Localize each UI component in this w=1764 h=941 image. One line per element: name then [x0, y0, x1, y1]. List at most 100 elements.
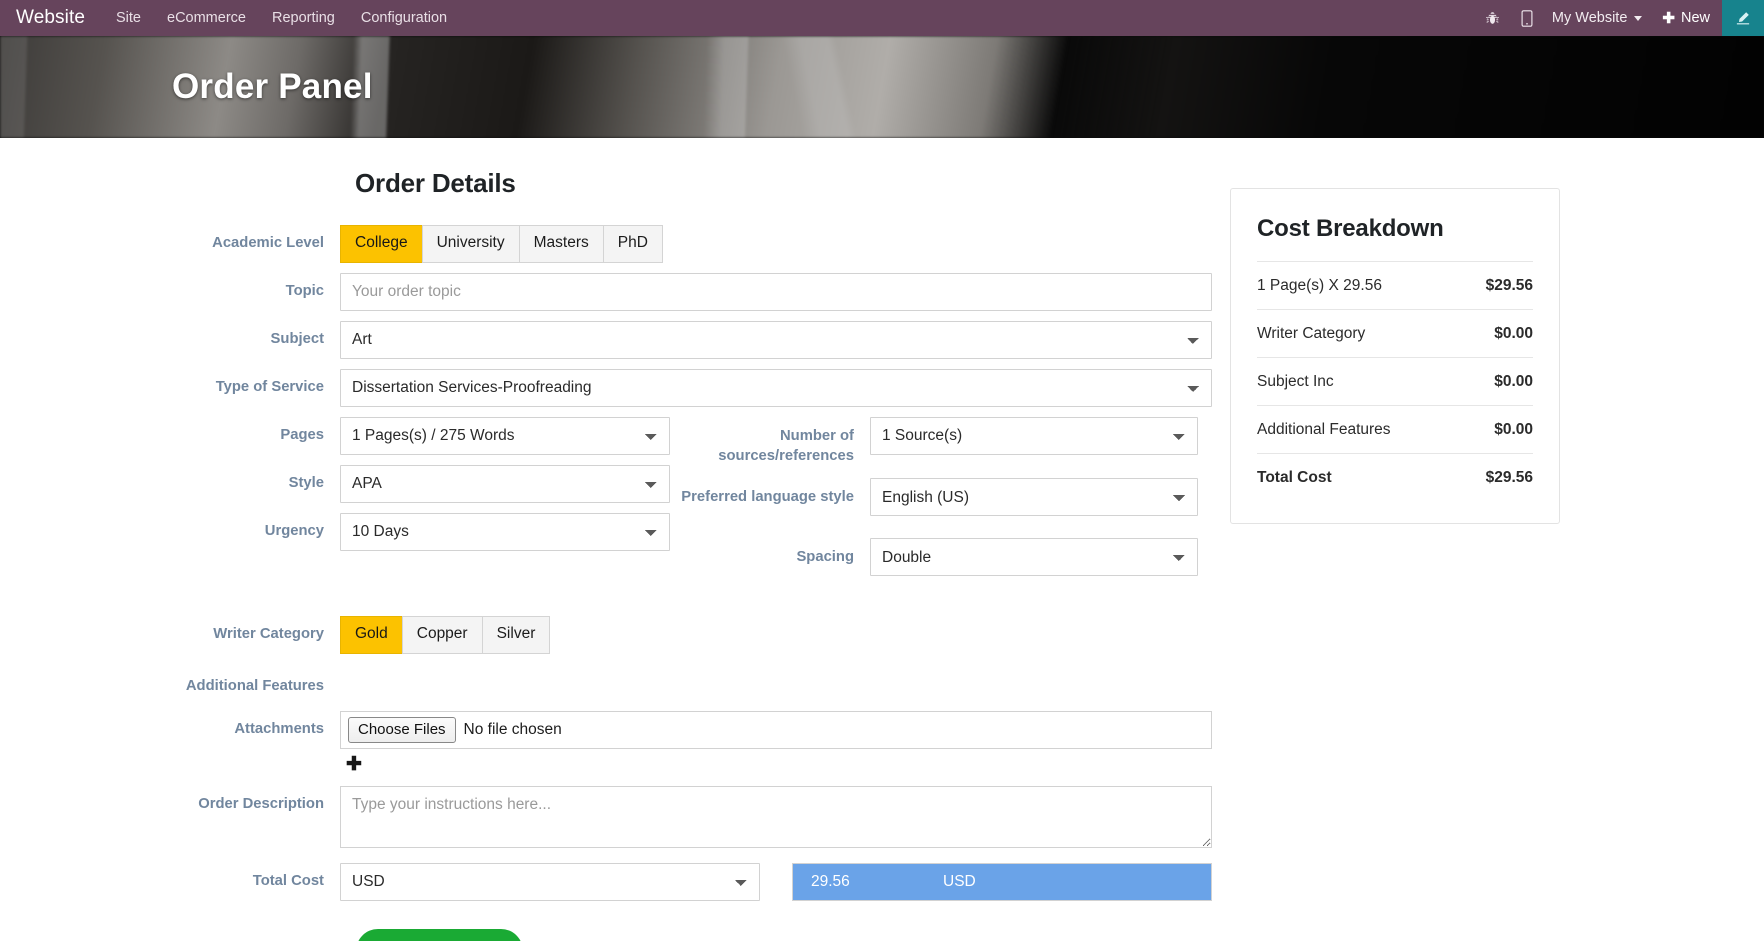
writer-category-silver-button[interactable]: Silver [481, 616, 551, 654]
file-status-text: No file chosen [463, 720, 562, 738]
label-additional-features: Additional Features [185, 678, 324, 694]
writer-category-button-group: Gold Copper Silver [340, 616, 551, 654]
cost-breakdown-total-row: Total Cost $29.56 [1257, 453, 1533, 501]
cost-total-label: Total Cost [1257, 469, 1332, 486]
place-order-button[interactable]: ✔ Place Order [356, 928, 523, 941]
cost-total-value: $29.56 [1485, 469, 1533, 486]
mobile-preview-icon[interactable] [1510, 0, 1544, 36]
label-attachments: Attachments [234, 720, 324, 737]
order-details-heading: Order Details [355, 168, 516, 198]
writer-category-copper-button[interactable]: Copper [401, 616, 482, 654]
nav-item-site[interactable]: Site [103, 0, 154, 36]
subject-select[interactable]: Art [340, 320, 1212, 359]
row-sources: Number of sources/references 1 Source(s) [672, 416, 1230, 467]
cost-row-label: Subject Inc [1257, 373, 1334, 390]
cost-row-value: $0.00 [1494, 373, 1533, 390]
sources-select[interactable]: 1 Source(s) [870, 416, 1198, 455]
left-select-column: Pages 1 Pages(s) / 275 Words Style APA U… [0, 416, 672, 587]
academic-level-college-button[interactable]: College [340, 225, 422, 263]
label-spacing: Spacing [796, 549, 854, 566]
cost-row-label: Writer Category [1257, 325, 1366, 342]
currency-select[interactable]: USD [340, 862, 760, 901]
academic-level-phd-button[interactable]: PhD [602, 225, 663, 263]
cost-breakdown-row: Additional Features $0.00 [1257, 405, 1533, 453]
cost-breakdown-row: Subject Inc $0.00 [1257, 357, 1533, 405]
subject-control: Art [340, 320, 1230, 359]
topic-input[interactable] [340, 272, 1212, 311]
row-type-of-service: Type of Service Dissertation Services-Pr… [0, 368, 1230, 407]
academic-level-university-button[interactable]: University [421, 225, 519, 263]
order-description-control [340, 785, 1230, 853]
pages-control: 1 Pages(s) / 275 Words [340, 416, 672, 455]
label-style: Style [288, 474, 324, 491]
style-select[interactable]: APA [340, 464, 670, 503]
cost-row-label: Additional Features [1257, 421, 1391, 438]
navbar-new-label: New [1680, 10, 1710, 26]
label-sources: Number of sources/references [718, 427, 854, 464]
cost-breakdown-title: Cost Breakdown [1257, 215, 1444, 242]
type-of-service-select[interactable]: Dissertation Services-Proofreading [340, 368, 1212, 407]
add-attachment-icon[interactable]: ✚ [346, 755, 1230, 774]
label-type-of-service: Type of Service [215, 378, 324, 395]
row-subject: Subject Art [0, 320, 1230, 359]
writer-category-gold-button[interactable]: Gold [340, 616, 402, 654]
style-control: APA [340, 464, 672, 503]
total-cost-row: USD 29.56 USD [340, 862, 1230, 901]
plus-icon: ✚ [1662, 10, 1675, 27]
label-academic-level: Academic Level [212, 235, 324, 251]
nav-item-configuration[interactable]: Configuration [348, 0, 460, 36]
navbar-user-menu[interactable]: My Website [1544, 10, 1652, 26]
order-description-textarea[interactable] [340, 785, 1212, 848]
cost-row-value: $29.56 [1485, 277, 1533, 294]
label-writer-category: Writer Category [213, 626, 324, 643]
cost-breakdown-row: 1 Page(s) X 29.56 $29.56 [1257, 261, 1533, 309]
place-order-wrapper: ✔ Place Order [356, 928, 1230, 941]
label-pages: Pages [280, 426, 324, 443]
label-topic: Topic [285, 282, 324, 299]
label-language-style: Preferred language style [681, 489, 854, 506]
type-of-service-control: Dissertation Services-Proofreading [340, 368, 1230, 407]
row-urgency: Urgency 10 Days [0, 512, 672, 551]
hero-banner: Order Panel [0, 36, 1764, 138]
row-topic: Topic [0, 272, 1230, 311]
choose-files-button[interactable]: Choose Files [348, 716, 456, 743]
spacing-control: Double [870, 538, 1230, 577]
language-style-select[interactable]: English (US) [870, 478, 1198, 517]
row-additional-features: Additional Features [0, 668, 1230, 697]
top-navbar: Website Site eCommerce Reporting Configu… [0, 0, 1764, 36]
label-subject: Subject [270, 330, 324, 347]
spacing-select[interactable]: Double [870, 538, 1198, 577]
cost-breakdown-row: Writer Category $0.00 [1257, 309, 1533, 357]
total-cost-currency: USD [943, 872, 976, 890]
total-cost-display: 29.56 USD [792, 862, 1212, 901]
row-total-cost: Total Cost USD 29.56 USD [0, 862, 1230, 901]
urgency-select[interactable]: 10 Days [340, 512, 670, 551]
row-style: Style APA [0, 464, 672, 503]
total-cost-amount: 29.56 [811, 872, 850, 890]
order-form: Order Details Academic Level College Uni… [0, 156, 1230, 941]
cost-breakdown-card: Cost Breakdown 1 Page(s) X 29.56 $29.56 … [1230, 188, 1560, 524]
row-spacing: Spacing Double [672, 538, 1230, 577]
chevron-down-icon [1634, 15, 1643, 21]
label-order-description: Order Description [198, 795, 324, 812]
academic-level-masters-button[interactable]: Masters [518, 225, 603, 263]
academic-level-button-group: College University Masters PhD [340, 225, 663, 263]
sidebar-column: Cost Breakdown 1 Page(s) X 29.56 $29.56 … [1230, 156, 1630, 941]
navbar-edit-icon[interactable] [1722, 0, 1764, 36]
pages-select[interactable]: 1 Pages(s) / 275 Words [340, 416, 670, 455]
row-attachments: Attachments Choose Files No file chosen … [0, 710, 1230, 776]
navbar-brand[interactable]: Website [0, 7, 103, 29]
cost-row-value: $0.00 [1494, 421, 1533, 438]
nav-item-ecommerce[interactable]: eCommerce [154, 0, 259, 36]
navbar-new-button[interactable]: ✚ New [1652, 9, 1722, 27]
writer-category-control: Gold Copper Silver [340, 616, 1230, 654]
bug-icon[interactable] [1476, 0, 1510, 36]
language-style-control: English (US) [870, 478, 1230, 517]
sources-control: 1 Source(s) [870, 416, 1230, 467]
nav-item-reporting[interactable]: Reporting [259, 0, 348, 36]
file-input-wrapper[interactable]: Choose Files No file chosen [340, 710, 1212, 749]
label-urgency: Urgency [264, 522, 324, 539]
page-title: Order Panel [172, 67, 373, 106]
cost-row-value: $0.00 [1494, 325, 1533, 342]
row-pages: Pages 1 Pages(s) / 275 Words [0, 416, 672, 455]
